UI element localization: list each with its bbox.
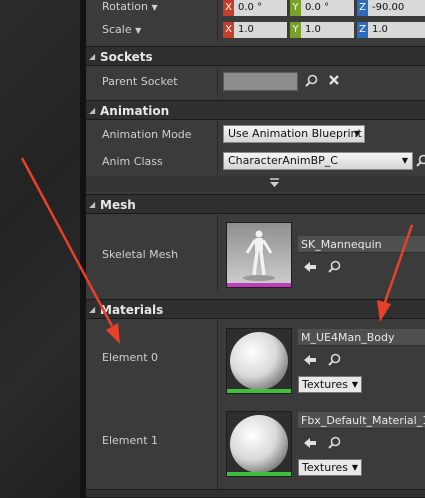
annotation-arrow-right bbox=[382, 224, 414, 306]
annotation-arrowhead-left bbox=[106, 323, 120, 344]
annotation-arrows bbox=[20, 157, 414, 344]
annotation-arrowhead-right bbox=[377, 300, 391, 322]
annotation-arrow-left bbox=[20, 157, 114, 327]
